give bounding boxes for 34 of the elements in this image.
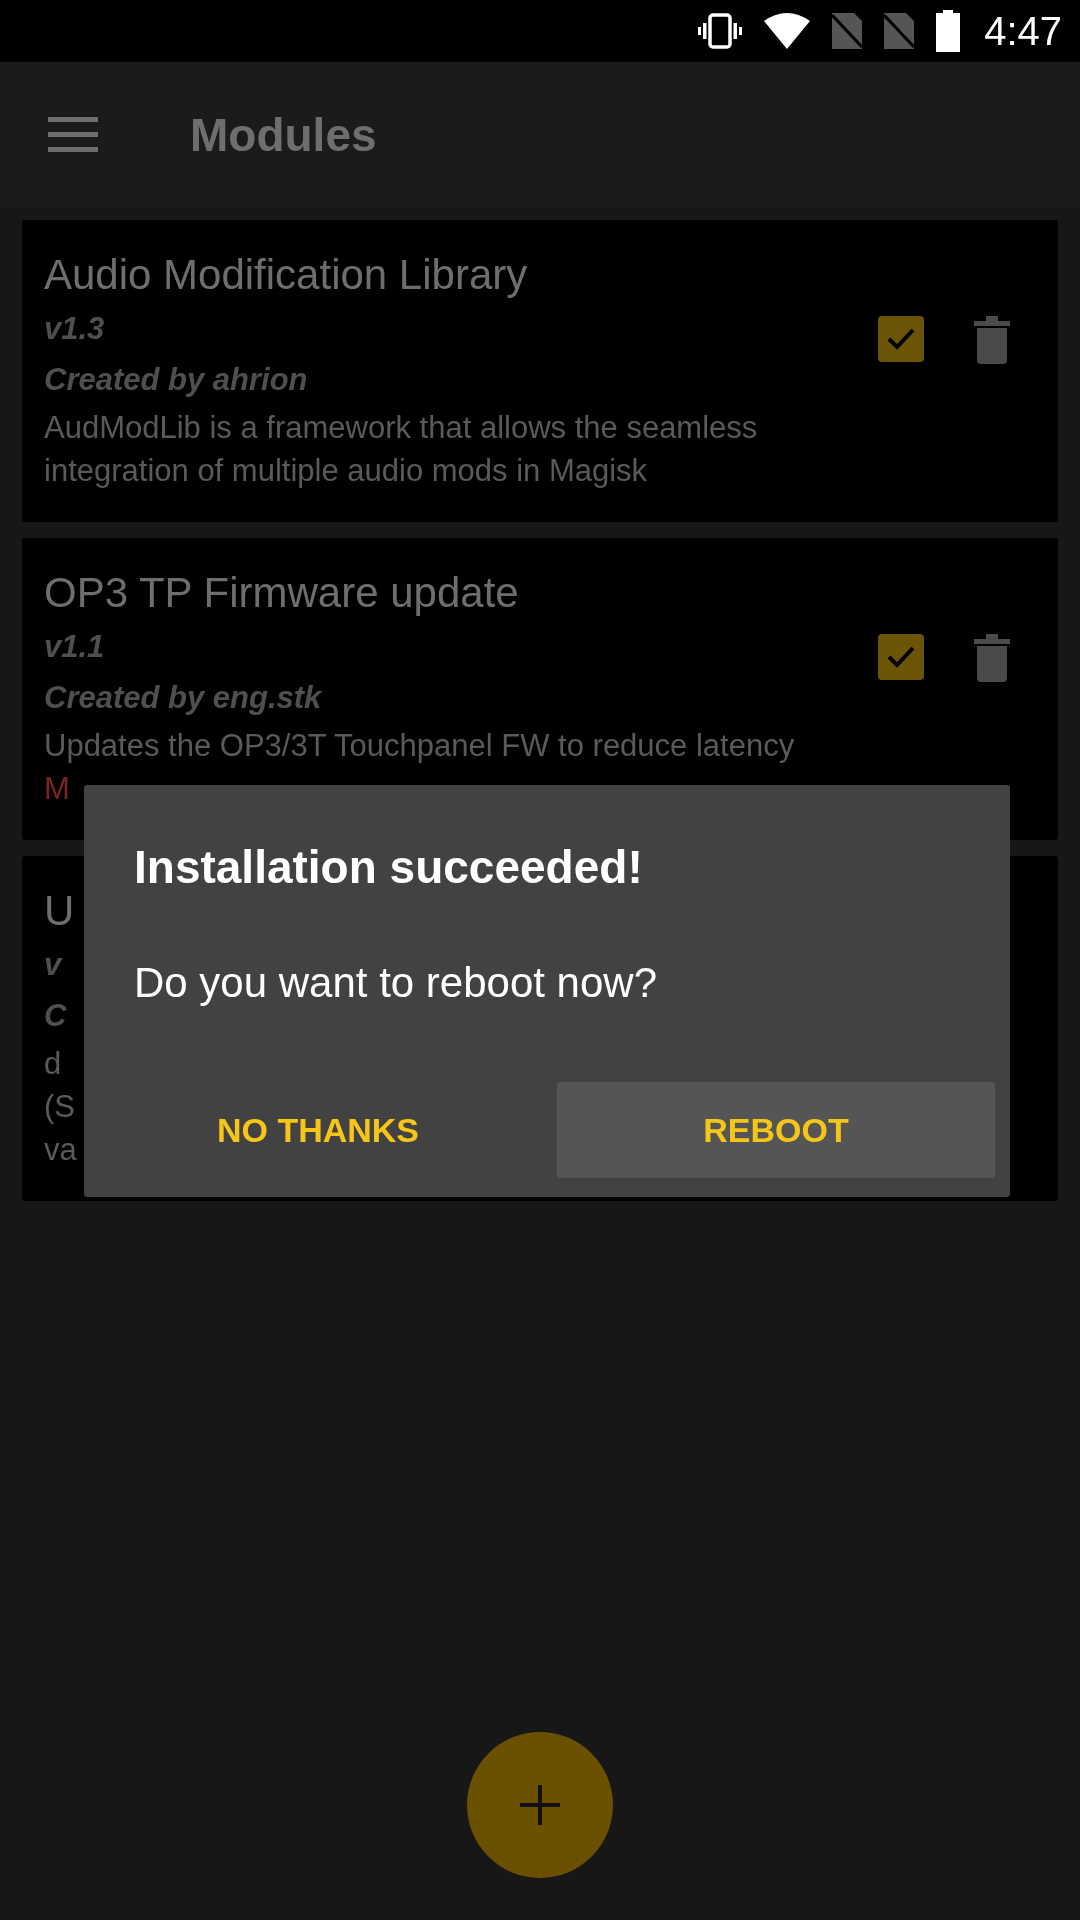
trash-icon[interactable] (974, 634, 1010, 682)
module-author: Created by ahrion (44, 361, 308, 399)
enable-checkbox[interactable] (878, 634, 924, 680)
dialog-button[interactable]: REBOOT (557, 1082, 995, 1178)
check-icon (886, 645, 916, 669)
module-version: v1.3 (44, 310, 105, 348)
module-author: Created by eng.stk (44, 679, 322, 717)
module-title: U (44, 886, 75, 936)
battery-icon (936, 10, 961, 52)
module-description: Updates the OP3/3T Touchpanel FW to reduce latency (44, 727, 795, 765)
vibrate-icon (698, 11, 743, 51)
dialog-title: Installation succeeded! (134, 840, 644, 895)
module-title: OP3 TP Firmware update (44, 568, 519, 618)
module-description: AudModLib is a framework that allows the seamless (44, 409, 758, 447)
module-description: va (44, 1131, 77, 1169)
check-icon (886, 327, 916, 351)
module-title: Audio Modification Library (44, 250, 528, 300)
plus-icon (520, 1785, 560, 1825)
module-description: (S (44, 1088, 75, 1126)
module-version: v (44, 946, 62, 984)
module-description: d (44, 1045, 62, 1083)
module-notice: M (44, 770, 70, 808)
enable-checkbox[interactable] (878, 316, 924, 362)
menu-icon[interactable] (48, 117, 98, 153)
module-author: C (44, 997, 67, 1035)
no-sim-icon (832, 13, 863, 49)
dialog-message: Do you want to reboot now? (134, 958, 658, 1008)
module-version: v1.1 (44, 628, 105, 666)
trash-icon[interactable] (974, 316, 1010, 364)
status-time: 4:47 (984, 8, 1062, 55)
module-description: integration of multiple audio mods in Magisk (44, 452, 648, 490)
wifi-icon (764, 13, 811, 49)
app-title: Modules (190, 107, 377, 163)
no-sim-icon (884, 13, 915, 49)
